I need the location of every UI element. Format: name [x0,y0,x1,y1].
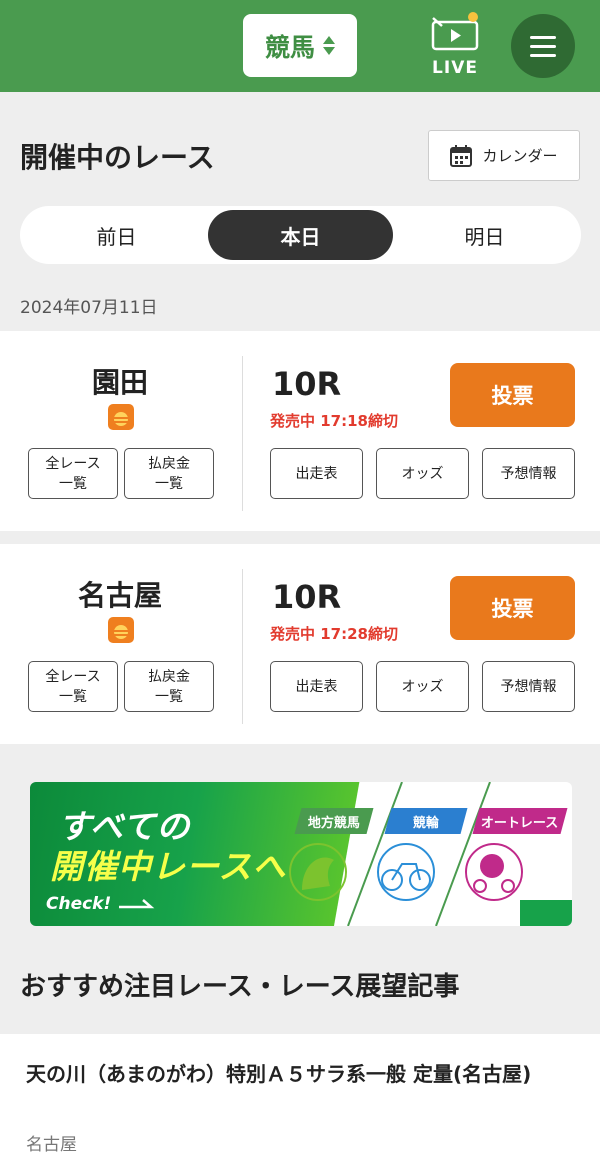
race-card-sonoda: 園田 全レース 一覧 払戻金 一覧 10R 発売中 17:18締切 投票 出走表… [0,331,600,531]
bicycle-icon [377,843,435,901]
card-divider [242,356,243,511]
top-header: 競馬 LIVE [0,0,600,92]
race-card-nagoya: 名古屋 全レース 一覧 払戻金 一覧 10R 発売中 17:28締切 投票 出走… [0,544,600,744]
featured-article-title: 天の川（あまのがわ）特別Ａ５サラ系一般 定量(名古屋) [26,1062,532,1086]
forecast-button[interactable]: 予想情報 [482,448,575,499]
twilight-race-icon [108,404,134,430]
venue-name: 園田 [91,366,148,399]
sport-selector-label: 競馬 [264,32,315,62]
notification-dot [468,12,478,22]
sale-status: 発売中 17:28締切 [270,625,398,643]
payout-list-button[interactable]: 払戻金 一覧 [124,661,214,712]
hamburger-menu-button[interactable] [511,14,575,78]
entries-button[interactable]: 出走表 [270,661,363,712]
featured-article-venue: 名古屋 [26,1135,77,1155]
sale-status: 発売中 17:18締切 [270,412,398,430]
vote-button[interactable]: 投票 [450,363,575,427]
live-video-icon [430,12,480,52]
motorbike-icon [465,843,523,901]
card-divider [242,569,243,724]
banner-category-auto-race: オートレース [472,808,568,834]
up-down-arrow-icon [323,36,335,55]
odds-button[interactable]: オッズ [376,448,469,499]
payout-list-button[interactable]: 払戻金 一覧 [124,448,214,499]
race-number: 10R [272,578,342,616]
live-button[interactable]: LIVE [425,12,485,78]
current-date: 2024年07月11日 [20,298,158,318]
horse-icon [289,843,347,901]
day-tabs: 前日 本日 明日 [20,206,581,264]
forecast-button[interactable]: 予想情報 [482,661,575,712]
race-number: 10R [272,365,342,403]
entries-button[interactable]: 出走表 [270,448,363,499]
featured-section-title: おすすめ注目レース・レース展望記事 [20,972,460,1002]
odds-button[interactable]: オッズ [376,661,469,712]
tab-today[interactable]: 本日 [208,210,393,260]
venue-name: 名古屋 [77,579,162,612]
tab-previous-day[interactable]: 前日 [24,210,209,260]
banner-category-chiho-keiba: 地方競馬 [294,808,374,834]
tab-next-day[interactable]: 明日 [392,210,577,260]
banner-slashes [289,782,572,926]
all-races-banner[interactable]: すべての 開催中レースへ Check! 地方競馬 競輪 オートレース [30,782,572,926]
all-races-list-button[interactable]: 全レース 一覧 [28,448,118,499]
vote-button[interactable]: 投票 [450,576,575,640]
calendar-icon [450,144,473,167]
all-races-list-button[interactable]: 全レース 一覧 [28,661,118,712]
featured-article-card[interactable]: 天の川（あまのがわ）特別Ａ５サラ系一般 定量(名古屋) 名古屋 [0,1034,600,1165]
twilight-race-icon [108,617,134,643]
sport-selector[interactable]: 競馬 [243,14,357,77]
page-title: 開催中のレース [20,141,215,174]
banner-category-keirin: 競輪 [384,808,468,834]
calendar-button[interactable]: カレンダー [428,130,580,181]
calendar-button-label: カレンダー [482,147,558,165]
live-label: LIVE [432,58,478,78]
